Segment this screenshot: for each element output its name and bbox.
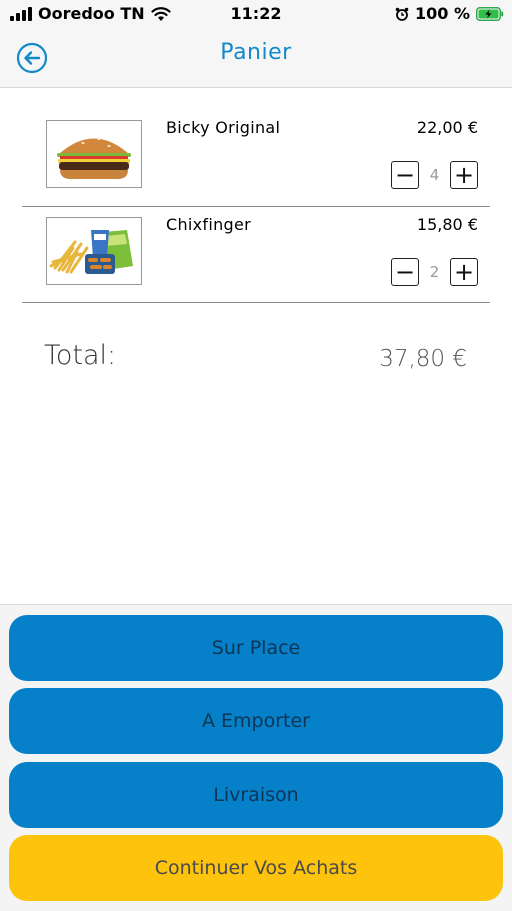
continue-shopping-button[interactable]: Continuer Vos Achats [9,835,503,901]
decrease-quantity-button[interactable]: − [391,161,419,189]
quantity-value: 2 [429,263,440,281]
status-bar: Ooredoo TN 11:22 100 % [0,0,512,28]
quantity-stepper: − 2 + [391,258,478,286]
quantity-stepper: − 4 + [391,161,478,189]
fries-meal-image [49,230,133,274]
a-emporter-button[interactable]: A Emporter [9,688,503,754]
burger-image [57,138,131,179]
alarm-clock-icon [395,7,409,21]
product-image-chixfinger[interactable] [46,217,142,285]
total-value: 37,80 € [379,346,467,372]
increase-quantity-button[interactable]: + [450,258,478,286]
product-image-burger[interactable] [46,120,142,188]
navigation-bar: Panier [0,28,512,88]
cart-item: Chixfinger 15,80 € − 2 + [22,207,490,303]
order-actions-panel: Sur Place A Emporter Livraison Continuer… [0,604,512,911]
livraison-button[interactable]: Livraison [9,762,503,828]
total-label: Total: [44,340,117,371]
item-divider [22,302,490,303]
sur-place-button[interactable]: Sur Place [9,615,503,681]
item-price: 22,00 € [416,118,478,137]
decrease-quantity-button[interactable]: − [391,258,419,286]
increase-quantity-button[interactable]: + [450,161,478,189]
status-right: 100 % [395,4,504,23]
item-name: Chixfinger [166,215,252,234]
battery-percent: 100 % [415,4,470,23]
battery-charging-icon [476,6,504,21]
page-title: Panier [220,40,292,65]
item-price: 15,80 € [416,215,478,234]
quantity-value: 4 [429,166,440,184]
cart-item: Bicky Original 22,00 € − 4 + [22,110,490,206]
item-name: Bicky Original [166,118,281,137]
